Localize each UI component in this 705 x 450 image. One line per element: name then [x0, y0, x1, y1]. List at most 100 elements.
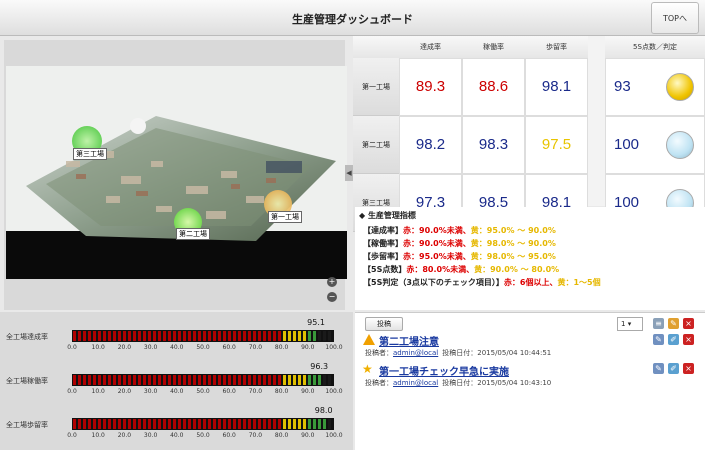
gauge-tick: 0.0	[67, 344, 77, 351]
gauge-segment	[188, 375, 191, 385]
gauge-tick: 0.0	[67, 388, 77, 395]
gauge-segment	[173, 419, 176, 429]
write-icon[interactable]: ✐	[668, 363, 679, 374]
gauge-segment	[278, 375, 281, 385]
map-label-2: 第二工場	[176, 228, 210, 240]
close-icon[interactable]: ×	[683, 334, 694, 345]
gauge-segment	[313, 375, 316, 385]
gauge-tick: 50.0	[196, 388, 210, 395]
gauge-segment	[153, 331, 156, 341]
write-icon[interactable]: ✐	[668, 334, 679, 345]
gauge-segment	[198, 331, 201, 341]
post-author-link[interactable]: admin@local	[393, 379, 438, 387]
edit-icon[interactable]: ✎	[653, 363, 664, 374]
gauge-tick: 80.0	[274, 432, 289, 439]
gauge-segment	[188, 419, 191, 429]
close-icon[interactable]: ×	[683, 318, 694, 329]
gauge-segment	[173, 375, 176, 385]
post-button[interactable]: 投稿	[365, 317, 403, 331]
gauge-value: 98.0	[314, 406, 333, 415]
gauge-segment	[238, 331, 241, 341]
gauge-segment	[253, 419, 256, 429]
kpi-cell[interactable]: 98.2	[399, 116, 462, 174]
status-lamp-icon	[666, 131, 694, 159]
zoom-out-button[interactable]: −	[327, 292, 337, 302]
gauge-segment	[293, 331, 296, 341]
indicator-red: 赤：80.0%未満、	[406, 265, 475, 274]
page-select[interactable]: 1 ▾	[617, 317, 643, 331]
indicator-line: 【歩留率】赤：95.0%未満、黄：98.0% ～ 95.0%	[363, 250, 705, 263]
panel-divider-handle[interactable]: ◀	[345, 165, 353, 181]
factory-map[interactable]: 第三工場 第二工場 第一工場	[6, 66, 347, 279]
kpi-cell[interactable]: 98.3	[462, 116, 525, 174]
gauge-track	[72, 374, 334, 386]
score-value: 93	[614, 78, 631, 95]
gauge-segment	[193, 419, 196, 429]
gauge-tick: 100.0	[325, 432, 343, 439]
indicator-legend: ◆ 生産管理指標 【達成率】赤：90.0%未満、黄：95.0% ～ 90.0% 【…	[355, 207, 705, 310]
gauge-segment	[278, 331, 281, 341]
gauge-segment	[303, 331, 306, 341]
gauge-segment	[213, 419, 216, 429]
gauge-segment	[248, 331, 251, 341]
close-icon[interactable]: ×	[683, 363, 694, 374]
post-date: 投稿日付：2015/05/04 10:43:10	[442, 379, 552, 387]
gauge-segment	[303, 375, 306, 385]
kpi-cell[interactable]: 89.3	[399, 58, 462, 116]
gauge-segment	[168, 375, 171, 385]
list-icon[interactable]: ≡	[653, 318, 664, 329]
gauge-segment	[163, 331, 166, 341]
score-cell[interactable]: 93	[605, 58, 705, 116]
top-button[interactable]: TOPへ	[651, 2, 699, 34]
zoom-in-button[interactable]: +	[327, 277, 337, 287]
gauge-segment	[73, 375, 76, 385]
gauge-segment	[133, 331, 136, 341]
gauge-tick: 50.0	[196, 432, 210, 439]
gauge-segment	[178, 375, 181, 385]
gauge-segment	[223, 419, 226, 429]
gauge-segment	[118, 419, 121, 429]
gauge-tick: 10.0	[91, 344, 105, 351]
gauge-segment	[243, 419, 246, 429]
gauge-segment	[143, 419, 146, 429]
gauge-segment	[208, 419, 211, 429]
post-author-label: 投稿者：	[365, 379, 393, 387]
edit-icon[interactable]: ✎	[653, 334, 664, 345]
gauge-segment	[183, 419, 186, 429]
gauge-segment	[103, 375, 106, 385]
gauge-segment	[138, 419, 141, 429]
kpi-cell[interactable]: 98.1	[525, 58, 588, 116]
gauge-segment	[123, 331, 126, 341]
indicator-yellow: 黄：90.0% ～ 80.0%	[474, 265, 560, 274]
gauge-segment	[233, 419, 236, 429]
gauge-segment	[193, 331, 196, 341]
post-meta: 投稿者：admin@local 投稿日付：2015/05/04 10:43:10	[365, 378, 551, 388]
edit-icon[interactable]: ✎	[668, 318, 679, 329]
gauge-segment	[263, 331, 266, 341]
gauge-segment	[223, 375, 226, 385]
gauge-segment	[218, 375, 221, 385]
indicator-key: 【5S点数】	[363, 265, 407, 274]
warning-icon	[363, 334, 375, 345]
gauge-segment	[128, 375, 131, 385]
map-label-3: 第三工場	[73, 148, 107, 160]
kpi-cell[interactable]: 97.5	[525, 116, 588, 174]
gauge-segment	[178, 331, 181, 341]
gauge-segment	[258, 375, 261, 385]
gauge-segment	[113, 419, 116, 429]
post-button-label: 投稿	[377, 320, 391, 328]
score-cell[interactable]: 100	[605, 116, 705, 174]
gauge-segment	[188, 331, 191, 341]
gauge-tick: 20.0	[117, 432, 132, 439]
gauge-tick: 70.0	[248, 432, 263, 439]
gauge-tick: 20.0	[117, 344, 132, 351]
gauge-segment	[323, 375, 326, 385]
gauge-segment	[313, 419, 316, 429]
post-title-link[interactable]: 第一工場チェック早急に実施	[379, 363, 509, 378]
gauge-segment	[298, 375, 301, 385]
post-title-link[interactable]: 第二工場注意	[379, 333, 439, 348]
gauge-segment	[248, 375, 251, 385]
kpi-cell[interactable]: 88.6	[462, 58, 525, 116]
post-author-link[interactable]: admin@local	[393, 349, 438, 357]
gauge-segment	[313, 331, 316, 341]
